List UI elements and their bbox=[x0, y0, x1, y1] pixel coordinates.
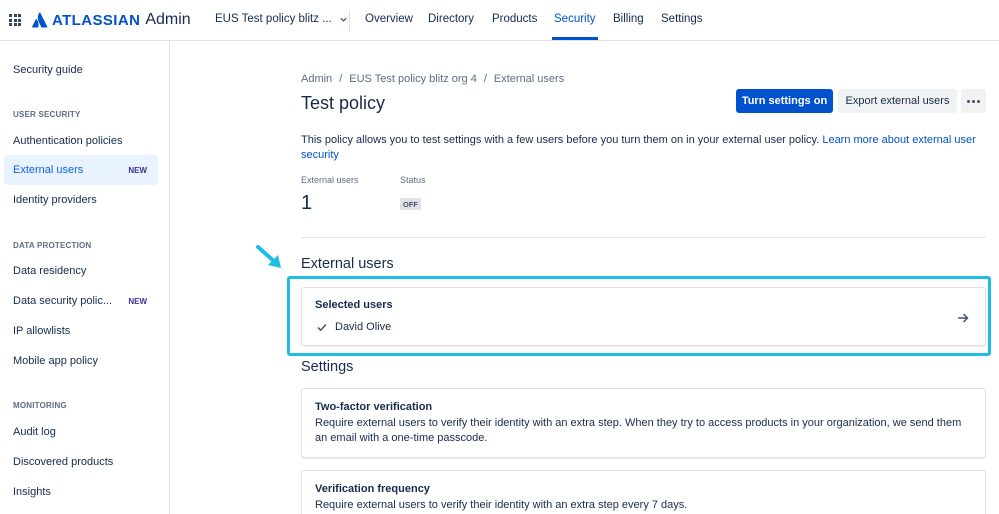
tab-overview[interactable]: Overview bbox=[365, 13, 413, 25]
sidebar-item-label: Mobile app policy bbox=[13, 355, 98, 367]
two-factor-verification-title: Two-factor verification bbox=[315, 401, 433, 413]
sidebar-item-insights[interactable]: Insights bbox=[4, 477, 158, 507]
page-title: Test policy bbox=[301, 93, 386, 113]
export-external-users-button[interactable]: Export external users bbox=[838, 89, 957, 113]
sidebar-item-label: Discovered products bbox=[13, 456, 114, 468]
verification-frequency-card[interactable]: Verification frequency Require external … bbox=[301, 470, 986, 514]
sidebar-item-label: External users bbox=[13, 164, 84, 176]
sidebar-item-label: Data security polic... bbox=[13, 295, 113, 307]
product-name: Admin bbox=[145, 11, 191, 28]
sidebar-item-external-users[interactable]: External users NEW bbox=[4, 155, 158, 185]
breadcrumb-external-users[interactable]: External users bbox=[494, 73, 564, 85]
sidebar-heading-user-security: USER SECURITY bbox=[13, 110, 81, 119]
turn-settings-on-button[interactable]: Turn settings on bbox=[736, 89, 833, 113]
policy-description: This policy allows you to test settings … bbox=[301, 133, 981, 163]
sidebar-item-label: Insights bbox=[13, 486, 51, 498]
nav-divider bbox=[349, 10, 350, 32]
settings-heading: Settings bbox=[301, 359, 354, 375]
two-factor-verification-card[interactable]: Two-factor verification Require external… bbox=[301, 388, 986, 458]
two-factor-verification-description: Require external users to verify their i… bbox=[315, 417, 962, 444]
external-users-heading: External users bbox=[301, 256, 394, 272]
tab-security[interactable]: Security bbox=[552, 13, 598, 40]
sidebar-item-label: IP allowlists bbox=[13, 325, 71, 337]
more-dot-icon bbox=[972, 99, 975, 103]
status-badge: OFF bbox=[400, 198, 421, 210]
sidebar-item-label: Security guide bbox=[13, 64, 83, 76]
org-selector[interactable]: EUS Test policy blitz ... bbox=[215, 13, 348, 25]
highlight-frame bbox=[287, 276, 991, 356]
breadcrumb-separator: / bbox=[339, 73, 343, 85]
more-actions-button[interactable] bbox=[961, 89, 986, 113]
sidebar-item-label: Identity providers bbox=[13, 194, 97, 206]
sidebar-item-data-residency[interactable]: Data residency bbox=[4, 256, 158, 286]
sidebar-item-data-security-policies[interactable]: Data security polic... NEW bbox=[4, 286, 158, 316]
tab-settings[interactable]: Settings bbox=[661, 13, 703, 25]
section-divider bbox=[301, 237, 986, 238]
external-users-stat-label: External users bbox=[301, 175, 359, 185]
sidebar-item-label: Audit log bbox=[13, 426, 56, 438]
breadcrumb-separator: / bbox=[483, 73, 487, 85]
annotation-arrow-icon bbox=[256, 245, 281, 268]
sidebar-item-label: Data residency bbox=[13, 265, 87, 277]
breadcrumb: Admin / EUS Test policy blitz org 4 / Ex… bbox=[301, 73, 564, 85]
atlassian-logo[interactable]: ATLASSIAN Admin bbox=[32, 11, 191, 29]
chevron-down-icon bbox=[340, 17, 347, 22]
sidebar-heading-data-protection: DATA PROTECTION bbox=[13, 241, 92, 250]
brand-name: ATLASSIAN bbox=[52, 11, 141, 29]
breadcrumb-admin[interactable]: Admin bbox=[301, 73, 332, 85]
sidebar-item-security-guide[interactable]: Security guide bbox=[4, 55, 158, 85]
verification-frequency-title: Verification frequency bbox=[315, 483, 430, 495]
sidebar-item-authentication-policies[interactable]: Authentication policies bbox=[4, 126, 158, 156]
new-badge: NEW bbox=[128, 296, 147, 306]
more-dot-icon bbox=[967, 99, 970, 103]
tab-directory[interactable]: Directory bbox=[428, 13, 474, 25]
org-selector-label: EUS Test policy blitz ... bbox=[215, 13, 332, 25]
policy-description-text: This policy allows you to test settings … bbox=[301, 134, 823, 146]
status-stat-label: Status bbox=[400, 175, 426, 185]
sidebar-item-identity-providers[interactable]: Identity providers bbox=[4, 185, 158, 215]
verification-frequency-description: Require external users to verify their i… bbox=[315, 499, 688, 511]
sidebar-item-audit-log[interactable]: Audit log bbox=[4, 417, 158, 447]
external-users-count: 1 bbox=[301, 192, 313, 214]
atlassian-triangle-icon bbox=[32, 12, 48, 28]
top-navigation: ATLASSIAN Admin EUS Test policy blitz ..… bbox=[0, 0, 999, 41]
sidebar-item-discovered-products[interactable]: Discovered products bbox=[4, 447, 158, 477]
tab-billing[interactable]: Billing bbox=[613, 13, 644, 25]
sidebar-item-ip-allowlists[interactable]: IP allowlists bbox=[4, 316, 158, 346]
active-tab-indicator bbox=[552, 37, 598, 40]
sidebar-item-label: Authentication policies bbox=[13, 135, 123, 147]
tab-products[interactable]: Products bbox=[492, 13, 537, 25]
sidebar-heading-monitoring: MONITORING bbox=[13, 401, 67, 410]
new-badge: NEW bbox=[128, 165, 147, 175]
app-switcher-icon[interactable] bbox=[9, 14, 21, 26]
breadcrumb-org[interactable]: EUS Test policy blitz org 4 bbox=[349, 73, 477, 85]
tab-security-label: Security bbox=[554, 13, 596, 25]
sidebar-item-mobile-app-policy[interactable]: Mobile app policy bbox=[4, 346, 158, 376]
more-dot-icon bbox=[977, 99, 980, 103]
sidebar: Security guide USER SECURITY Authenticat… bbox=[0, 41, 170, 514]
